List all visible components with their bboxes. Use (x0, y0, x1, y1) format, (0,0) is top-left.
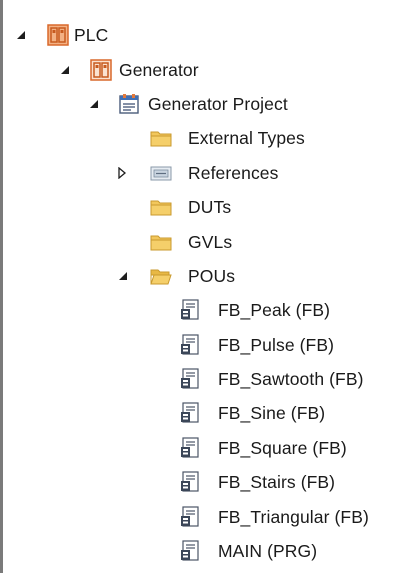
folder-icon (149, 126, 173, 150)
tree-node-fb-square[interactable]: FB_Square (FB) (3, 431, 415, 465)
tree-node-fb-peak[interactable]: FB_Peak (FB) (3, 293, 415, 327)
tree-node-external-types[interactable]: External Types (3, 121, 415, 155)
pou-icon (178, 401, 202, 425)
pou-icon (178, 505, 202, 529)
expanded-arrow-icon[interactable] (14, 28, 28, 42)
folder-icon (149, 230, 173, 254)
tree-node-generator-project[interactable]: Generator Project (3, 87, 415, 121)
expanded-arrow-icon[interactable] (87, 97, 101, 111)
pou-icon (178, 367, 202, 391)
tree-node-label: FB_Peak (FB) (218, 300, 331, 321)
tree-node-label: FB_Stairs (FB) (218, 472, 336, 493)
tree-node-fb-sawtooth[interactable]: FB_Sawtooth (FB) (3, 362, 415, 396)
tree-node-label: POUs (188, 265, 236, 286)
references-icon (149, 161, 173, 185)
tree-node-label: Generator Project (148, 93, 288, 114)
pou-icon (178, 333, 202, 357)
expanded-arrow-icon[interactable] (116, 269, 130, 283)
folder-open-icon (149, 264, 173, 288)
tree-node-main[interactable]: MAIN (PRG) (3, 534, 415, 568)
tree-node-label: FB_Sawtooth (FB) (218, 369, 364, 390)
plc-project-icon (89, 58, 113, 82)
tree-node-pous[interactable]: POUs (3, 259, 415, 293)
pou-icon (178, 436, 202, 460)
tree-node-label: FB_Triangular (FB) (218, 506, 369, 527)
tree-node-gvls[interactable]: GVLs (3, 224, 415, 258)
tree-node-plc[interactable]: PLC (3, 18, 415, 52)
tree-node-label: PLC (74, 25, 109, 46)
tree-node-fb-triangular[interactable]: FB_Triangular (FB) (3, 499, 415, 533)
tree-node-label: MAIN (PRG) (218, 541, 318, 562)
collapsed-arrow-icon[interactable] (115, 166, 129, 180)
pou-icon (178, 298, 202, 322)
tree-node-references[interactable]: References (3, 156, 415, 190)
project-icon (117, 92, 141, 116)
tree-node-label: FB_Square (FB) (218, 437, 347, 458)
expanded-arrow-icon[interactable] (58, 63, 72, 77)
plc-icon (46, 23, 70, 47)
tree-node-label: GVLs (188, 231, 233, 252)
folder-icon (149, 195, 173, 219)
tree-node-fb-stairs[interactable]: FB_Stairs (FB) (3, 465, 415, 499)
tree-node-label: DUTs (188, 197, 232, 218)
pou-icon (178, 470, 202, 494)
tree-node-generator[interactable]: Generator (3, 52, 415, 86)
tree-node-label: FB_Pulse (FB) (218, 334, 335, 355)
tree-node-fb-sine[interactable]: FB_Sine (FB) (3, 396, 415, 430)
tree-node-label: Generator (119, 59, 199, 80)
tree-node-fb-pulse[interactable]: FB_Pulse (FB) (3, 328, 415, 362)
tree-node-label: External Types (188, 128, 305, 149)
tree-node-label: References (188, 162, 279, 183)
tree-node-duts[interactable]: DUTs (3, 190, 415, 224)
solution-tree: PLC Generator Generator Project External… (3, 18, 415, 568)
pou-icon (178, 539, 202, 563)
tree-node-label: FB_Sine (FB) (218, 403, 326, 424)
